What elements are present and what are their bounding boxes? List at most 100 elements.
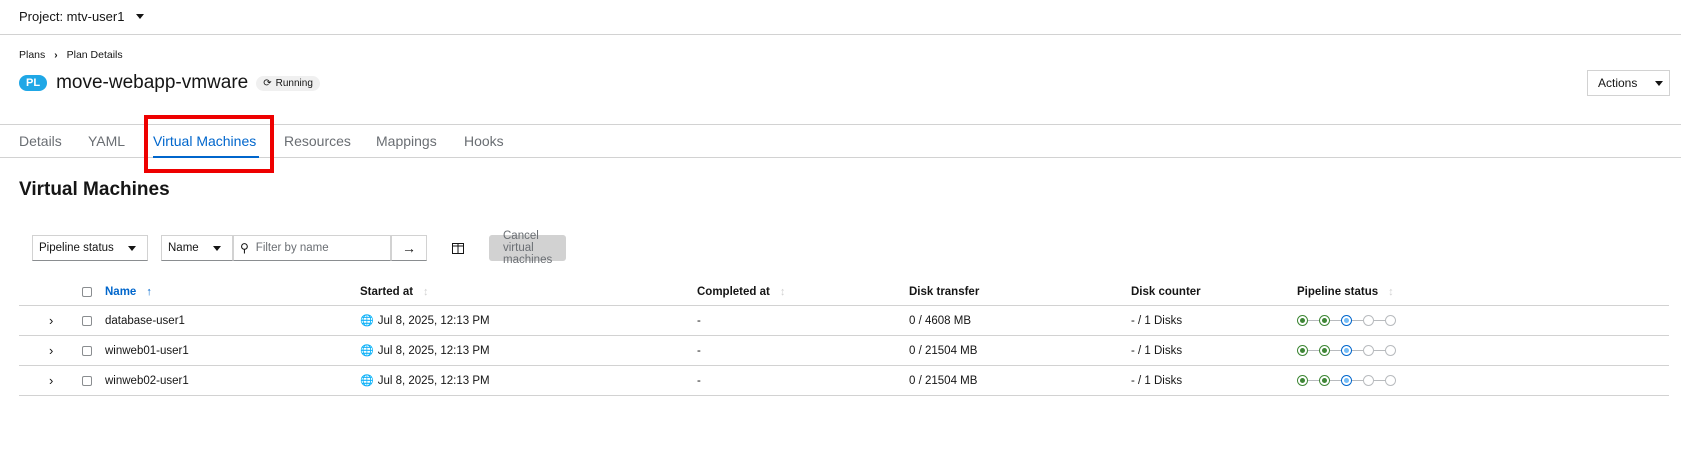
pipeline-step-pending-icon[interactable] [1363, 375, 1374, 386]
chevron-right-icon: › [49, 373, 54, 388]
chevron-right-icon: › [49, 343, 54, 358]
pipeline-link [1374, 320, 1385, 321]
tab-bar: Details YAML Virtual Machines Resources … [0, 124, 1681, 158]
disk-counter: - / 1 Disks [1131, 344, 1183, 357]
plan-type-badge: PL [19, 75, 48, 91]
pipeline-status [1297, 336, 1396, 365]
column-header-disk-counter-label: Disk counter [1131, 285, 1201, 298]
disk-transfer: 0 / 21504 MB [909, 344, 978, 357]
breadcrumb: Plans › Plan Details [19, 49, 123, 61]
tab-virtual-machines[interactable]: Virtual Machines [153, 133, 256, 149]
pipeline-link [1330, 350, 1341, 351]
globe-icon: 🌐 [360, 375, 374, 387]
tab-resources[interactable]: Resources [284, 133, 351, 149]
tab-yaml[interactable]: YAML [88, 133, 125, 149]
search-placeholder: Filter by name [255, 242, 329, 254]
arrow-right-icon: → [402, 240, 416, 256]
table-row: › winweb01-user1 🌐 Jul 8, 2025, 12:13 PM - 0 … [19, 336, 1669, 366]
search-input[interactable]: ⚲ Filter by name [233, 235, 391, 261]
disk-transfer: 0 / 21504 MB [909, 374, 978, 387]
pipeline-link [1352, 350, 1363, 351]
pipeline-link [1308, 320, 1319, 321]
tab-details[interactable]: Details [19, 133, 62, 149]
started-at: 🌐 Jul 8, 2025, 12:13 PM [360, 306, 490, 335]
columns-icon [452, 242, 464, 254]
started-at-value: Jul 8, 2025, 12:13 PM [377, 374, 490, 387]
column-header-started[interactable]: Started at ↕ [360, 278, 429, 305]
column-header-name[interactable]: Name ↑ [105, 278, 152, 305]
pipeline-link [1352, 380, 1363, 381]
column-header-completed[interactable]: Completed at ↕ [697, 278, 785, 305]
vm-name: winweb02-user1 [105, 374, 189, 387]
pipeline-link [1374, 380, 1385, 381]
chevron-right-icon: › [54, 49, 58, 61]
table-header: Name ↑ Started at ↕ Completed at ↕ Disk … [19, 278, 1669, 306]
expand-row-button[interactable]: › [49, 306, 53, 335]
attribute-select[interactable]: Name [161, 235, 233, 261]
project-bar: Project: mtv-user1 [0, 0, 1681, 35]
attribute-label: Name [168, 242, 199, 254]
search-submit-button[interactable]: → [391, 235, 427, 261]
completed-at: - [697, 374, 701, 387]
column-header-completed-label: Completed at [697, 285, 770, 298]
pipeline-step-pending-icon[interactable] [1385, 315, 1396, 326]
pipeline-step-done-icon[interactable] [1319, 345, 1330, 356]
pipeline-link [1308, 380, 1319, 381]
globe-icon: 🌐 [360, 315, 374, 327]
row-checkbox[interactable] [82, 366, 92, 395]
caret-down-icon [1655, 80, 1664, 86]
started-at: 🌐 Jul 8, 2025, 12:13 PM [360, 336, 490, 365]
breadcrumb-plans-link[interactable]: Plans [19, 49, 45, 61]
column-header-disk-transfer: Disk transfer [909, 278, 979, 305]
pipeline-step-running-icon[interactable] [1341, 375, 1352, 386]
pipeline-step-pending-icon[interactable] [1363, 345, 1374, 356]
filter-type-select[interactable]: Pipeline status [32, 235, 148, 261]
cancel-vms-button: Cancel virtual machines [489, 230, 567, 266]
sync-icon: ⟳ [263, 77, 272, 89]
project-label: Project: mtv-user1 [19, 9, 125, 24]
pipeline-step-pending-icon[interactable] [1385, 375, 1396, 386]
pipeline-step-pending-icon[interactable] [1385, 345, 1396, 356]
active-tab-indicator [153, 156, 259, 158]
column-header-pipeline[interactable]: Pipeline status ↕ [1297, 278, 1394, 305]
sort-icon: ↕ [779, 285, 786, 298]
row-checkbox[interactable] [82, 306, 92, 335]
cancel-vms-label: Cancel virtual machines [503, 230, 553, 266]
disk-transfer: 0 / 4608 MB [909, 314, 972, 327]
completed-at: - [697, 344, 701, 357]
disk-counter: - / 1 Disks [1131, 314, 1183, 327]
pipeline-step-done-icon[interactable] [1297, 375, 1308, 386]
pipeline-step-running-icon[interactable] [1341, 315, 1352, 326]
actions-dropdown[interactable]: Actions [1587, 70, 1670, 96]
pipeline-link [1308, 350, 1319, 351]
manage-columns-button[interactable] [449, 239, 467, 257]
expand-row-button[interactable]: › [49, 366, 53, 395]
pipeline-step-done-icon[interactable] [1319, 315, 1330, 326]
select-all-checkbox[interactable] [82, 278, 92, 305]
column-header-disk-counter: Disk counter [1131, 278, 1201, 305]
caret-down-icon [212, 245, 221, 251]
sort-icon: ↕ [423, 285, 429, 298]
pipeline-step-done-icon[interactable] [1297, 345, 1308, 356]
expand-row-button[interactable]: › [49, 336, 53, 365]
tab-hooks[interactable]: Hooks [464, 133, 504, 149]
pipeline-step-done-icon[interactable] [1319, 375, 1330, 386]
actions-label: Actions [1598, 76, 1638, 90]
pipeline-step-running-icon[interactable] [1341, 345, 1352, 356]
tab-mappings[interactable]: Mappings [376, 133, 437, 149]
checkbox [82, 375, 92, 386]
globe-icon: 🌐 [360, 345, 374, 357]
table-row: › database-user1 🌐 Jul 8, 2025, 12:13 PM - 0 … [19, 306, 1669, 336]
started-at-value: Jul 8, 2025, 12:13 PM [377, 344, 490, 357]
project-selector[interactable]: Project: mtv-user1 [19, 9, 145, 24]
sort-ascending-icon: ↑ [146, 285, 152, 298]
pipeline-step-done-icon[interactable] [1297, 315, 1308, 326]
vm-name: database-user1 [105, 314, 185, 327]
table-row: › winweb02-user1 🌐 Jul 8, 2025, 12:13 PM - 0 … [19, 366, 1669, 396]
column-header-disk-transfer-label: Disk transfer [909, 285, 980, 298]
column-header-pipeline-label: Pipeline status [1297, 285, 1379, 298]
pipeline-link [1352, 320, 1363, 321]
section-title: Virtual Machines [19, 179, 170, 200]
row-checkbox[interactable] [82, 336, 92, 365]
pipeline-step-pending-icon[interactable] [1363, 315, 1374, 326]
